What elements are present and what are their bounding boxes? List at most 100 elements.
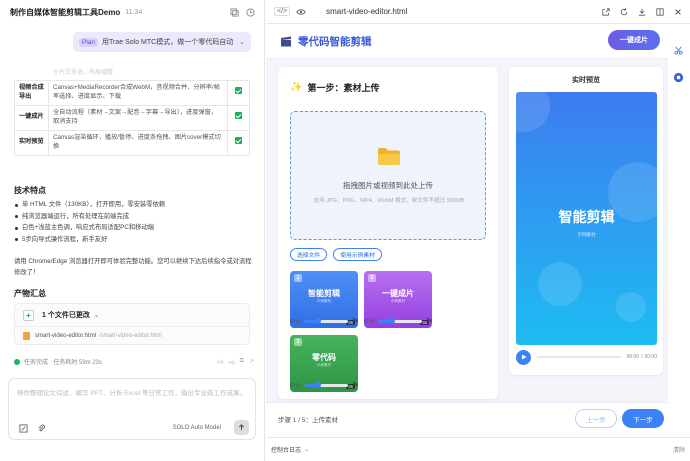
- close-icon[interactable]: [674, 8, 682, 16]
- split-view-icon[interactable]: [656, 7, 664, 16]
- copy-icon[interactable]: ⧉: [240, 358, 244, 366]
- duration-value: 3s: [352, 318, 358, 324]
- chevron-down-icon[interactable]: ⌄: [304, 446, 309, 453]
- table-row: 视频合成导出 Canvas+MediaRecorder合成WebM，音视频合并、…: [14, 80, 250, 106]
- tile-number: 3: [294, 338, 302, 346]
- list-item: 白色+浅蓝主色调，响应式布局适配PC和移动端: [14, 222, 254, 234]
- drop-title: 拖拽图片或视频到此处上传: [343, 181, 433, 190]
- next-step-button[interactable]: 下一步: [622, 409, 664, 428]
- duration-value: 3s: [352, 382, 358, 388]
- table-row: 实时预览 Canvas渲染循环，播放/暂停、进度条拖拽、图片cover模式切换: [14, 129, 250, 156]
- changed-file-row[interactable]: smart-video-editor.html /smart-video-edi…: [15, 327, 249, 345]
- preview-card: 实时预览 智能剪辑 示例素材 00:00 / 00:00: [509, 67, 663, 375]
- chevron-down-icon[interactable]: ⌄: [94, 311, 100, 319]
- feature-table: 视频合成导出 Canvas+MediaRecorder合成WebM，音视频合并、…: [14, 80, 250, 156]
- preview-screen[interactable]: 智能剪辑 示例素材: [516, 92, 657, 345]
- check-icon: [235, 87, 242, 95]
- upload-dropzone[interactable]: 拖拽图片或视频到此处上传 支持 JPG、PNG、MP4、WebM 格式，单文件不…: [290, 111, 486, 240]
- changes-label: 1 个文件已更改: [42, 312, 90, 319]
- external-link-icon[interactable]: [602, 7, 610, 16]
- plan-message[interactable]: Plan 用Trae Solo MTC模式，做一个零代码自动 ⌄: [73, 32, 251, 52]
- sparkle-icon: ✨: [290, 82, 303, 93]
- upload-buttons: 选择文件 使用示例素材: [290, 248, 382, 261]
- clapperboard-icon: [280, 36, 292, 47]
- feature-desc: Canvas渲染循环，播放/暂停、进度条拖拽、图片cover模式切换: [48, 129, 228, 156]
- progress-bar[interactable]: [537, 356, 621, 358]
- share-icon[interactable]: ↗: [249, 358, 254, 366]
- thumb-up-icon[interactable]: 👍︎: [217, 358, 223, 366]
- side-toolbar: [668, 24, 690, 94]
- download-icon[interactable]: [638, 8, 646, 16]
- file-path: /smart-video-editor.html: [99, 333, 162, 339]
- clear-button[interactable]: 清除: [673, 445, 685, 454]
- code-icon[interactable]: </>: [274, 7, 291, 16]
- tile-sub: 示例素材: [317, 363, 331, 367]
- chevron-down-icon[interactable]: ⌄: [239, 38, 245, 46]
- chat-header: 制作自媒体智能剪辑工具Demo 11:34: [0, 0, 265, 24]
- step-title: 第一步：素材上传: [307, 83, 380, 93]
- step-heading: ✨ 第一步：素材上传: [290, 81, 379, 94]
- product-heading: 产物汇总: [14, 289, 46, 298]
- duration-slider[interactable]: [379, 317, 423, 324]
- app-title: 零代码智能剪辑: [298, 35, 372, 48]
- plus-icon: +: [23, 309, 34, 321]
- model-selector[interactable]: SOLO Auto Model: [173, 425, 221, 431]
- changes-header[interactable]: + 1 个文件已更改 ⌄: [15, 304, 249, 327]
- plan-text: 用Trae Solo MTC模式，做一个零代码自动: [102, 39, 234, 46]
- duration-label: 时长:: [290, 318, 302, 325]
- file-icon: [23, 332, 30, 340]
- list-item: 5步向导式操作流程，新手友好: [14, 234, 254, 246]
- tech-heading: 技术特点: [14, 186, 46, 195]
- feature-name: 视频合成导出: [14, 80, 49, 106]
- input-placeholder: 帮你整理论文综述、编写 PPT、分析 Excel 等日常工作，输出专业级工作成果…: [17, 390, 246, 397]
- upload-card: ✨ 第一步：素材上传 拖拽图片或视频到此处上传 支持 JPG、PNG、MP4、W…: [278, 67, 498, 399]
- console-label[interactable]: 控制台日志: [271, 445, 301, 454]
- refresh-icon[interactable]: [620, 7, 628, 16]
- tile-title: 一键成片: [382, 289, 414, 298]
- generate-button[interactable]: 一键成片: [608, 30, 660, 50]
- task-status: 任务完成 · 任务耗时 59m 23s 👍︎ 👎︎ ⧉ ↗: [14, 357, 254, 366]
- feature-desc: 全自动流程（素材→文案→配音→字幕→导出），进度弹窗，取消支持: [48, 104, 228, 131]
- eye-icon[interactable]: [296, 8, 306, 16]
- feature-name: 实时预览: [14, 129, 49, 156]
- preview-title: 智能剪辑: [558, 209, 615, 225]
- console-bar: 控制台日志 ⌄ 清除: [266, 437, 690, 461]
- preview-sub: 示例素材: [577, 232, 596, 237]
- duration-label: 时长:: [290, 382, 302, 389]
- player-controls: 00:00 / 00:00: [516, 349, 657, 365]
- play-button[interactable]: [516, 349, 531, 365]
- history-icon[interactable]: [246, 7, 255, 17]
- time-current: 00:00: [626, 354, 640, 360]
- prev-step-button[interactable]: 上一步: [575, 409, 617, 428]
- duration-slider[interactable]: [305, 381, 349, 388]
- file-name: smart-video-editor.html: [35, 333, 97, 339]
- scissors-icon[interactable]: [674, 46, 683, 55]
- tile-title: 零代码: [312, 353, 336, 362]
- duration-control: 时长: 3s: [364, 316, 432, 326]
- slider-handle[interactable]: [315, 381, 322, 388]
- sample-assets-button[interactable]: 使用示例素材: [333, 248, 382, 261]
- faded-line: 卡片式多选，布局调整: [53, 70, 114, 76]
- thumb-down-icon[interactable]: 👎︎: [229, 358, 235, 366]
- tile-sub: 示例素材: [317, 299, 331, 303]
- duration-slider[interactable]: [305, 317, 349, 324]
- edit-icon[interactable]: [19, 424, 28, 433]
- slider-handle[interactable]: [315, 317, 322, 324]
- preview-heading: 实时预览: [572, 77, 600, 84]
- attach-icon[interactable]: [37, 424, 46, 433]
- editor-header: </> smart-video-editor.html: [266, 0, 690, 24]
- copy-icon[interactable]: [230, 7, 239, 17]
- table-row: 一键成片 全自动流程（素材→文案→配音→字幕→导出），进度弹窗，取消支持: [14, 104, 250, 131]
- feature-desc: Canvas+MediaRecorder合成WebM，音视频合并、分辨率/帧率选…: [48, 80, 228, 106]
- step-status: 步骤 1 / 5：上传素材: [278, 417, 338, 424]
- app-preview: 零代码智能剪辑 一键成片 ✨ 第一步：素材上传 拖拽图片或视频到此处上传 支持 …: [266, 24, 668, 437]
- select-file-button[interactable]: 选择文件: [290, 248, 328, 261]
- duration-value: 3s: [426, 318, 432, 324]
- slider-handle[interactable]: [389, 317, 396, 324]
- send-button[interactable]: [234, 420, 249, 435]
- assistant-icon[interactable]: [673, 72, 684, 83]
- changes-card: + 1 个文件已更改 ⌄ smart-video-editor.html /sm…: [14, 303, 250, 345]
- tile-number: 2: [368, 274, 376, 282]
- chat-input[interactable]: 帮你整理论文综述、编写 PPT、分析 Excel 等日常工作，输出专业级工作成果…: [8, 378, 256, 440]
- app-header: 零代码智能剪辑 一键成片: [266, 24, 668, 59]
